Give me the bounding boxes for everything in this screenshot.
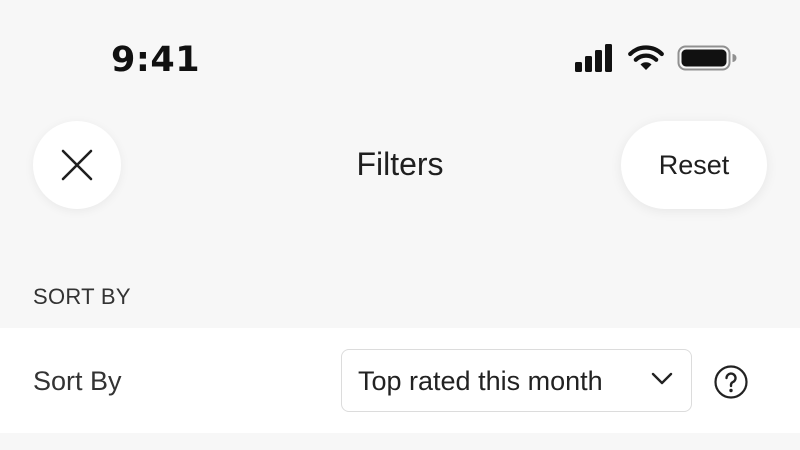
sort-by-select[interactable]: Top rated this month bbox=[341, 349, 692, 412]
sort-by-row: Sort By Top rated this month bbox=[0, 328, 800, 433]
header: Filters Reset bbox=[0, 110, 800, 220]
status-icons bbox=[573, 44, 738, 76]
sort-by-selected-value: Top rated this month bbox=[358, 366, 603, 396]
cellular-signal-icon bbox=[575, 44, 612, 72]
battery-icon bbox=[677, 45, 737, 71]
status-bar: 9:41 bbox=[0, 0, 800, 110]
wifi-icon bbox=[628, 45, 664, 70]
reset-button[interactable]: Reset bbox=[621, 121, 767, 209]
sort-by-label: Sort By bbox=[33, 366, 122, 396]
status-time: 9:41 bbox=[111, 40, 201, 80]
section-label-sort-by: SORT BY bbox=[33, 284, 131, 309]
chevron-down-icon bbox=[651, 372, 673, 385]
help-icon[interactable] bbox=[713, 364, 749, 400]
